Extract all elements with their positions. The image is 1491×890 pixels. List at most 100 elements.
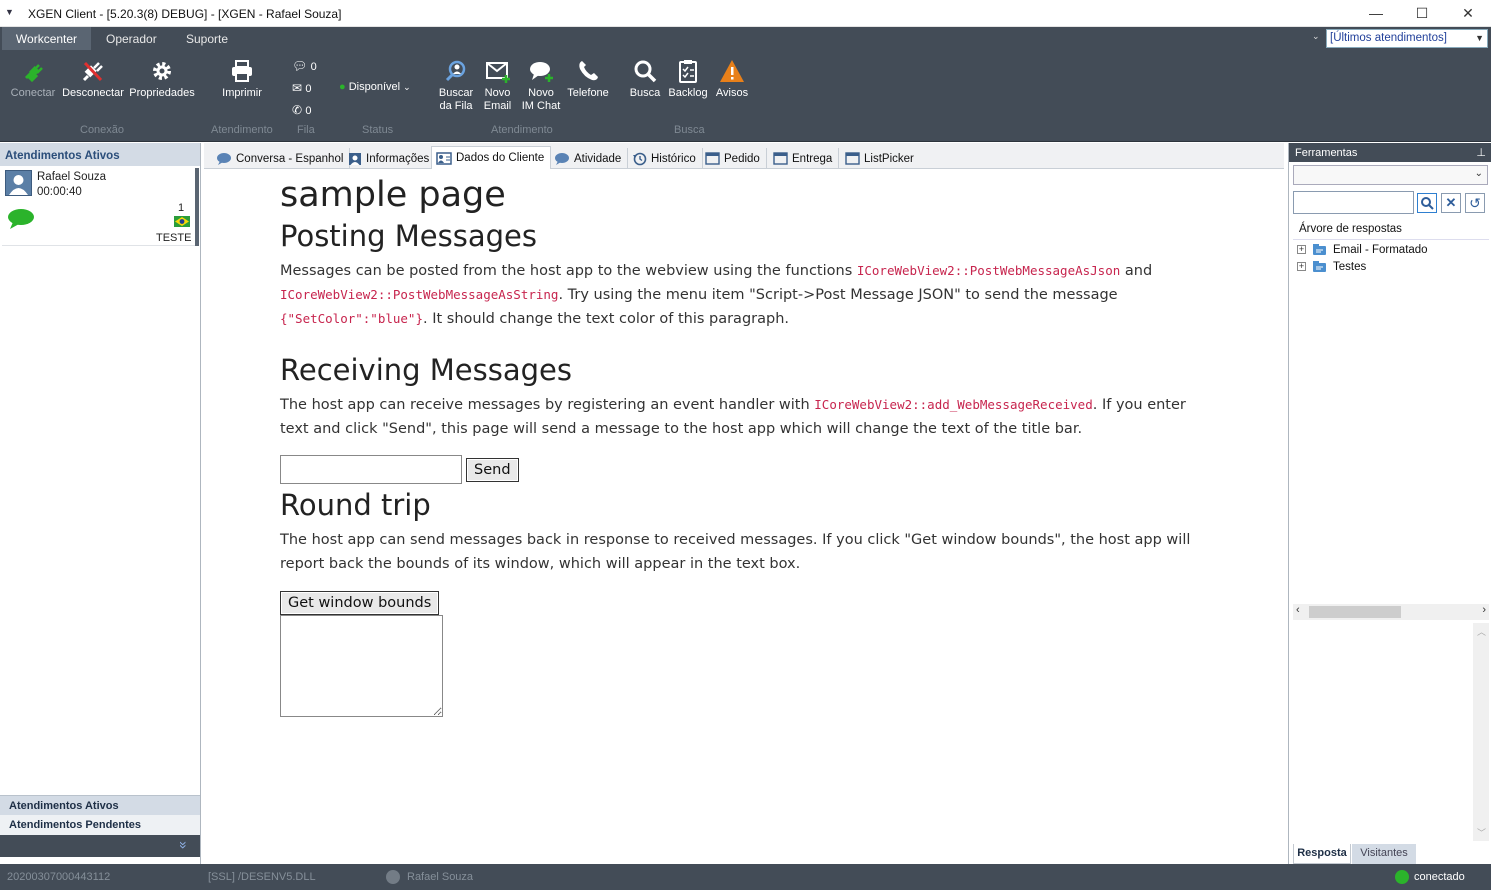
avisos-button[interactable]: Avisos xyxy=(715,58,749,100)
recent-atendimentos-dropdown[interactable]: [Últimos atendimentos] ▼ xyxy=(1326,29,1488,48)
close-icon: ✕ xyxy=(1445,195,1457,210)
folder-icon xyxy=(1313,261,1326,272)
tab-historico[interactable]: Histórico xyxy=(628,148,703,169)
left-tab-pendentes[interactable]: Atendimentos Pendentes xyxy=(0,815,200,835)
search-icon xyxy=(634,60,657,83)
left-panel: Atendimentos Ativos Rafael Souza 00:00:4… xyxy=(0,143,201,864)
telefone-button[interactable]: Telefone xyxy=(565,58,611,100)
scroll-down-icon[interactable]: ﹀ xyxy=(1477,826,1486,839)
message-input[interactable] xyxy=(280,455,462,484)
tab-informacoes-label: Informações xyxy=(366,152,430,165)
clipboard-icon xyxy=(679,60,697,83)
imprimir-button[interactable]: Imprimir xyxy=(219,58,265,100)
window-icon xyxy=(773,152,788,165)
atendimento-item[interactable]: Rafael Souza 00:00:40 1 TESTE xyxy=(2,168,196,246)
scroll-thumb[interactable] xyxy=(1309,606,1401,618)
chat-bubble-icon xyxy=(8,209,34,229)
search-button[interactable] xyxy=(1417,193,1437,213)
buscar-fila-button[interactable]: Buscar da Fila xyxy=(437,58,475,113)
tab-dados-cliente-label: Dados do Cliente xyxy=(456,152,545,164)
receiving-paragraph: The host app can receive messages by reg… xyxy=(280,397,1186,437)
status-bar: 20200307000443112 [SSL] /DESENV5.DLL Raf… xyxy=(0,864,1491,890)
tab-pedido[interactable]: Pedido xyxy=(701,148,767,169)
tab-pedido-label: Pedido xyxy=(724,152,760,165)
fila-phone-counter[interactable]: ✆ 0 xyxy=(292,103,312,117)
unplug-icon xyxy=(82,61,103,82)
propriedades-button[interactable]: Propriedades xyxy=(128,58,196,100)
desconectar-label: Desconectar xyxy=(62,87,124,99)
tools-search-input[interactable] xyxy=(1293,191,1414,214)
novo-email-label-1: Novo xyxy=(484,87,511,99)
desconectar-button[interactable]: Desconectar xyxy=(61,58,125,100)
tab-visitantes[interactable]: Visitantes xyxy=(1352,844,1416,864)
tab-entrega-label: Entrega xyxy=(792,152,833,165)
window-icon xyxy=(845,152,860,165)
tab-resposta[interactable]: Resposta xyxy=(1293,844,1351,864)
expand-plus-icon[interactable]: + xyxy=(1297,245,1306,254)
chat-icon xyxy=(555,153,569,165)
search-icon xyxy=(1421,197,1434,210)
content-tabs: Conversa - Espanhol Informações Dados do… xyxy=(204,143,1284,170)
preview-vertical-scrollbar[interactable]: ︿ ﹀ xyxy=(1473,623,1489,841)
menu-tab-operador[interactable]: Operador xyxy=(98,27,165,50)
section-title-receiving: Receiving Messages xyxy=(280,353,572,387)
app-menu-icon[interactable]: ▼ xyxy=(5,7,14,17)
chevron-down-icon[interactable]: ⌄ xyxy=(1312,31,1320,42)
conectar-button[interactable]: Conectar xyxy=(9,58,57,100)
tab-atividade[interactable]: Atividade xyxy=(550,148,629,169)
expand-icon[interactable]: » xyxy=(176,841,192,849)
backlog-button[interactable]: Backlog xyxy=(667,58,709,100)
fila-email-counter[interactable]: ✉ 0 xyxy=(292,81,312,95)
avisos-label: Avisos xyxy=(715,87,749,99)
close-button[interactable]: ✕ xyxy=(1445,0,1491,27)
tree-node-email-formatado[interactable]: + Email - Formatado xyxy=(1297,243,1428,256)
plug-icon xyxy=(24,64,43,83)
status-user: Rafael Souza xyxy=(407,871,474,883)
tree-node-testes[interactable]: + Testes xyxy=(1297,260,1366,273)
tab-entrega[interactable]: Entrega xyxy=(769,148,840,169)
status-dropdown[interactable]: ● Disponível ⌄ xyxy=(339,81,411,93)
novo-im-chat-button[interactable]: Novo IM Chat xyxy=(519,58,563,113)
chevron-down-icon: ⌄ xyxy=(1474,168,1483,179)
atendimento-count: 1 xyxy=(178,202,185,214)
maximize-button[interactable]: ☐ xyxy=(1399,0,1445,27)
busca-button[interactable]: Busca xyxy=(628,58,662,100)
scroll-left-icon[interactable]: ‹ xyxy=(1296,604,1300,616)
menu-bar: Workcenter Operador Suporte ⌄ [Últimos a… xyxy=(0,27,1491,50)
send-button[interactable]: Send xyxy=(466,457,519,482)
novo-email-label-2: Email xyxy=(483,100,512,112)
tab-conversa[interactable]: Conversa - Espanhol xyxy=(212,148,351,169)
bounds-textarea[interactable] xyxy=(280,615,443,717)
novo-email-button[interactable]: Novo Email xyxy=(481,58,514,113)
left-scrollbar[interactable] xyxy=(195,168,199,246)
menu-tab-suporte[interactable]: Suporte xyxy=(178,27,236,50)
atendimento-tag: TESTE xyxy=(156,232,192,244)
tab-dados-cliente[interactable]: Dados do Cliente xyxy=(431,146,552,170)
tools-title: Ferramentas xyxy=(1295,147,1358,159)
group-label-atendimento: Atendimento xyxy=(211,124,273,136)
get-window-bounds-button[interactable]: Get window bounds xyxy=(280,591,440,615)
fila-chat-counter[interactable]: 💬︎ 0 xyxy=(292,59,317,73)
left-tab-ativos[interactable]: Atendimentos Ativos xyxy=(0,795,200,815)
pin-icon[interactable]: ⊥ xyxy=(1476,143,1486,163)
tools-select[interactable]: ⌄ xyxy=(1293,165,1488,185)
phone-icon xyxy=(579,61,598,81)
code-post-json: ICoreWebView2::PostWebMessageAsJson xyxy=(856,263,1121,278)
clear-search-button[interactable]: ✕ xyxy=(1441,193,1461,213)
brazil-flag-icon xyxy=(174,216,190,227)
expand-plus-icon[interactable]: + xyxy=(1297,262,1306,271)
tab-informacoes[interactable]: Informações xyxy=(344,148,437,169)
buscar-fila-label-2: da Fila xyxy=(439,100,473,112)
user-status-icon xyxy=(386,870,400,884)
menu-tab-workcenter[interactable]: Workcenter xyxy=(2,27,91,50)
scroll-right-icon[interactable]: › xyxy=(1482,604,1486,616)
tree-horizontal-scrollbar[interactable]: ‹ › xyxy=(1293,604,1489,620)
minimize-button[interactable]: — xyxy=(1353,0,1399,27)
history-icon xyxy=(633,152,647,166)
new-chat-icon xyxy=(530,62,553,82)
tab-listpicker[interactable]: ListPicker xyxy=(841,148,920,169)
window-icon xyxy=(705,152,720,165)
tab-listpicker-label: ListPicker xyxy=(864,152,914,165)
scroll-up-icon[interactable]: ︿ xyxy=(1477,625,1486,638)
refresh-button[interactable]: ↺ xyxy=(1465,193,1485,213)
